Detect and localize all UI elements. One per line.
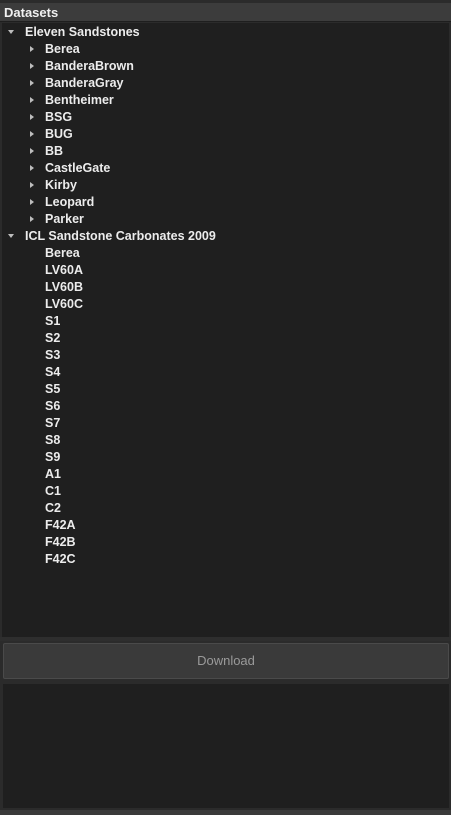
tree-item-label: BB [45,144,64,158]
tree-item-row[interactable]: Bentheimer [2,92,449,109]
tree-item-row[interactable]: C2 [2,500,449,517]
tree-item-label: LV60C [45,297,83,311]
tree-item-label: Bentheimer [45,93,114,107]
tree-item-row[interactable]: S6 [2,398,449,415]
tree-item-label: Parker [45,212,84,226]
tree-group-row[interactable]: Eleven Sandstones [2,24,449,41]
expand-right-icon[interactable] [30,63,34,69]
tree-item-row[interactable]: LV60C [2,296,449,313]
tree-item-row[interactable]: F42A [2,517,449,534]
tree-item-label: BanderaBrown [45,59,134,73]
download-button[interactable]: Download [3,643,449,679]
tree-item-row[interactable]: F42B [2,534,449,551]
tree-item-label: Berea [45,42,80,56]
tree-item-label: C2 [45,501,61,515]
tree-item-label: BSG [45,110,73,124]
expand-right-icon[interactable] [30,216,34,222]
tree-item-row[interactable]: CastleGate [2,160,449,177]
tree-group-row[interactable]: ICL Sandstone Carbonates 2009 [2,228,449,245]
tree-item-row[interactable]: Berea [2,41,449,58]
tree-item-row[interactable]: BanderaGray [2,75,449,92]
datasets-panel: Datasets Eleven Sandstones Berea BanderaBr… [0,0,451,815]
expand-down-icon[interactable] [8,30,14,34]
tree-item-label: S3 [45,348,61,362]
tree-item-label: LV60B [45,280,83,294]
tree-item-label: CastleGate [45,161,111,175]
tree-item-label: BanderaGray [45,76,124,90]
tree-item-row[interactable]: S1 [2,313,449,330]
tree-item-label: S2 [45,331,61,345]
tree-item-label: F42C [45,552,76,566]
tree-item-row[interactable]: Berea [2,245,449,262]
tree-group-label: Eleven Sandstones [25,25,140,39]
tree-item-row[interactable]: LV60B [2,279,449,296]
tree-item-row[interactable]: BSG [2,109,449,126]
tree-item-row[interactable]: BB [2,143,449,160]
tree-item-label: A1 [45,467,61,481]
tree-item-row[interactable]: F42C [2,551,449,568]
expand-right-icon[interactable] [30,165,34,171]
tree-item-row[interactable]: S4 [2,364,449,381]
tree-item-label: S4 [45,365,61,379]
dataset-tree[interactable]: Eleven Sandstones Berea BanderaBrown Bander… [2,23,449,637]
expand-right-icon[interactable] [30,148,34,154]
tree-item-label: S7 [45,416,61,430]
panel-header: Datasets [0,3,451,22]
tree-item-label: S9 [45,450,61,464]
expand-down-icon[interactable] [8,234,14,238]
tree-item-label: F42A [45,518,76,532]
tree-item-label: Leopard [45,195,95,209]
tree-item-row[interactable]: C1 [2,483,449,500]
tree-item-row[interactable]: S5 [2,381,449,398]
expand-right-icon[interactable] [30,131,34,137]
tree-item-label: LV60A [45,263,83,277]
tree-item-row[interactable]: Parker [2,211,449,228]
tree-item-label: F42B [45,535,76,549]
output-area [3,684,449,808]
tree-item-row[interactable]: LV60A [2,262,449,279]
expand-right-icon[interactable] [30,97,34,103]
tree-item-row[interactable]: S2 [2,330,449,347]
tree-item-row[interactable]: Kirby [2,177,449,194]
tree-item-label: Kirby [45,178,77,192]
bottom-bar [0,810,451,815]
expand-right-icon[interactable] [30,182,34,188]
expand-right-icon[interactable] [30,199,34,205]
tree-item-label: C1 [45,484,61,498]
tree-group-label: ICL Sandstone Carbonates 2009 [25,229,216,243]
expand-right-icon[interactable] [30,46,34,52]
tree-item-label: S5 [45,382,61,396]
tree-item-label: BUG [45,127,73,141]
panel-title: Datasets [4,5,59,20]
tree-item-row[interactable]: S9 [2,449,449,466]
tree-item-label: Berea [45,246,80,260]
tree-item-label: S6 [45,399,61,413]
tree-item-label: S8 [45,433,61,447]
tree-item-row[interactable]: BanderaBrown [2,58,449,75]
tree-item-row[interactable]: S8 [2,432,449,449]
expand-right-icon[interactable] [30,114,34,120]
tree-item-label: S1 [45,314,61,328]
tree-item-row[interactable]: Leopard [2,194,449,211]
tree-item-row[interactable]: A1 [2,466,449,483]
tree-item-row[interactable]: S7 [2,415,449,432]
tree-item-row[interactable]: BUG [2,126,449,143]
panel-divider [0,637,451,641]
tree-item-row[interactable]: S3 [2,347,449,364]
expand-right-icon[interactable] [30,80,34,86]
